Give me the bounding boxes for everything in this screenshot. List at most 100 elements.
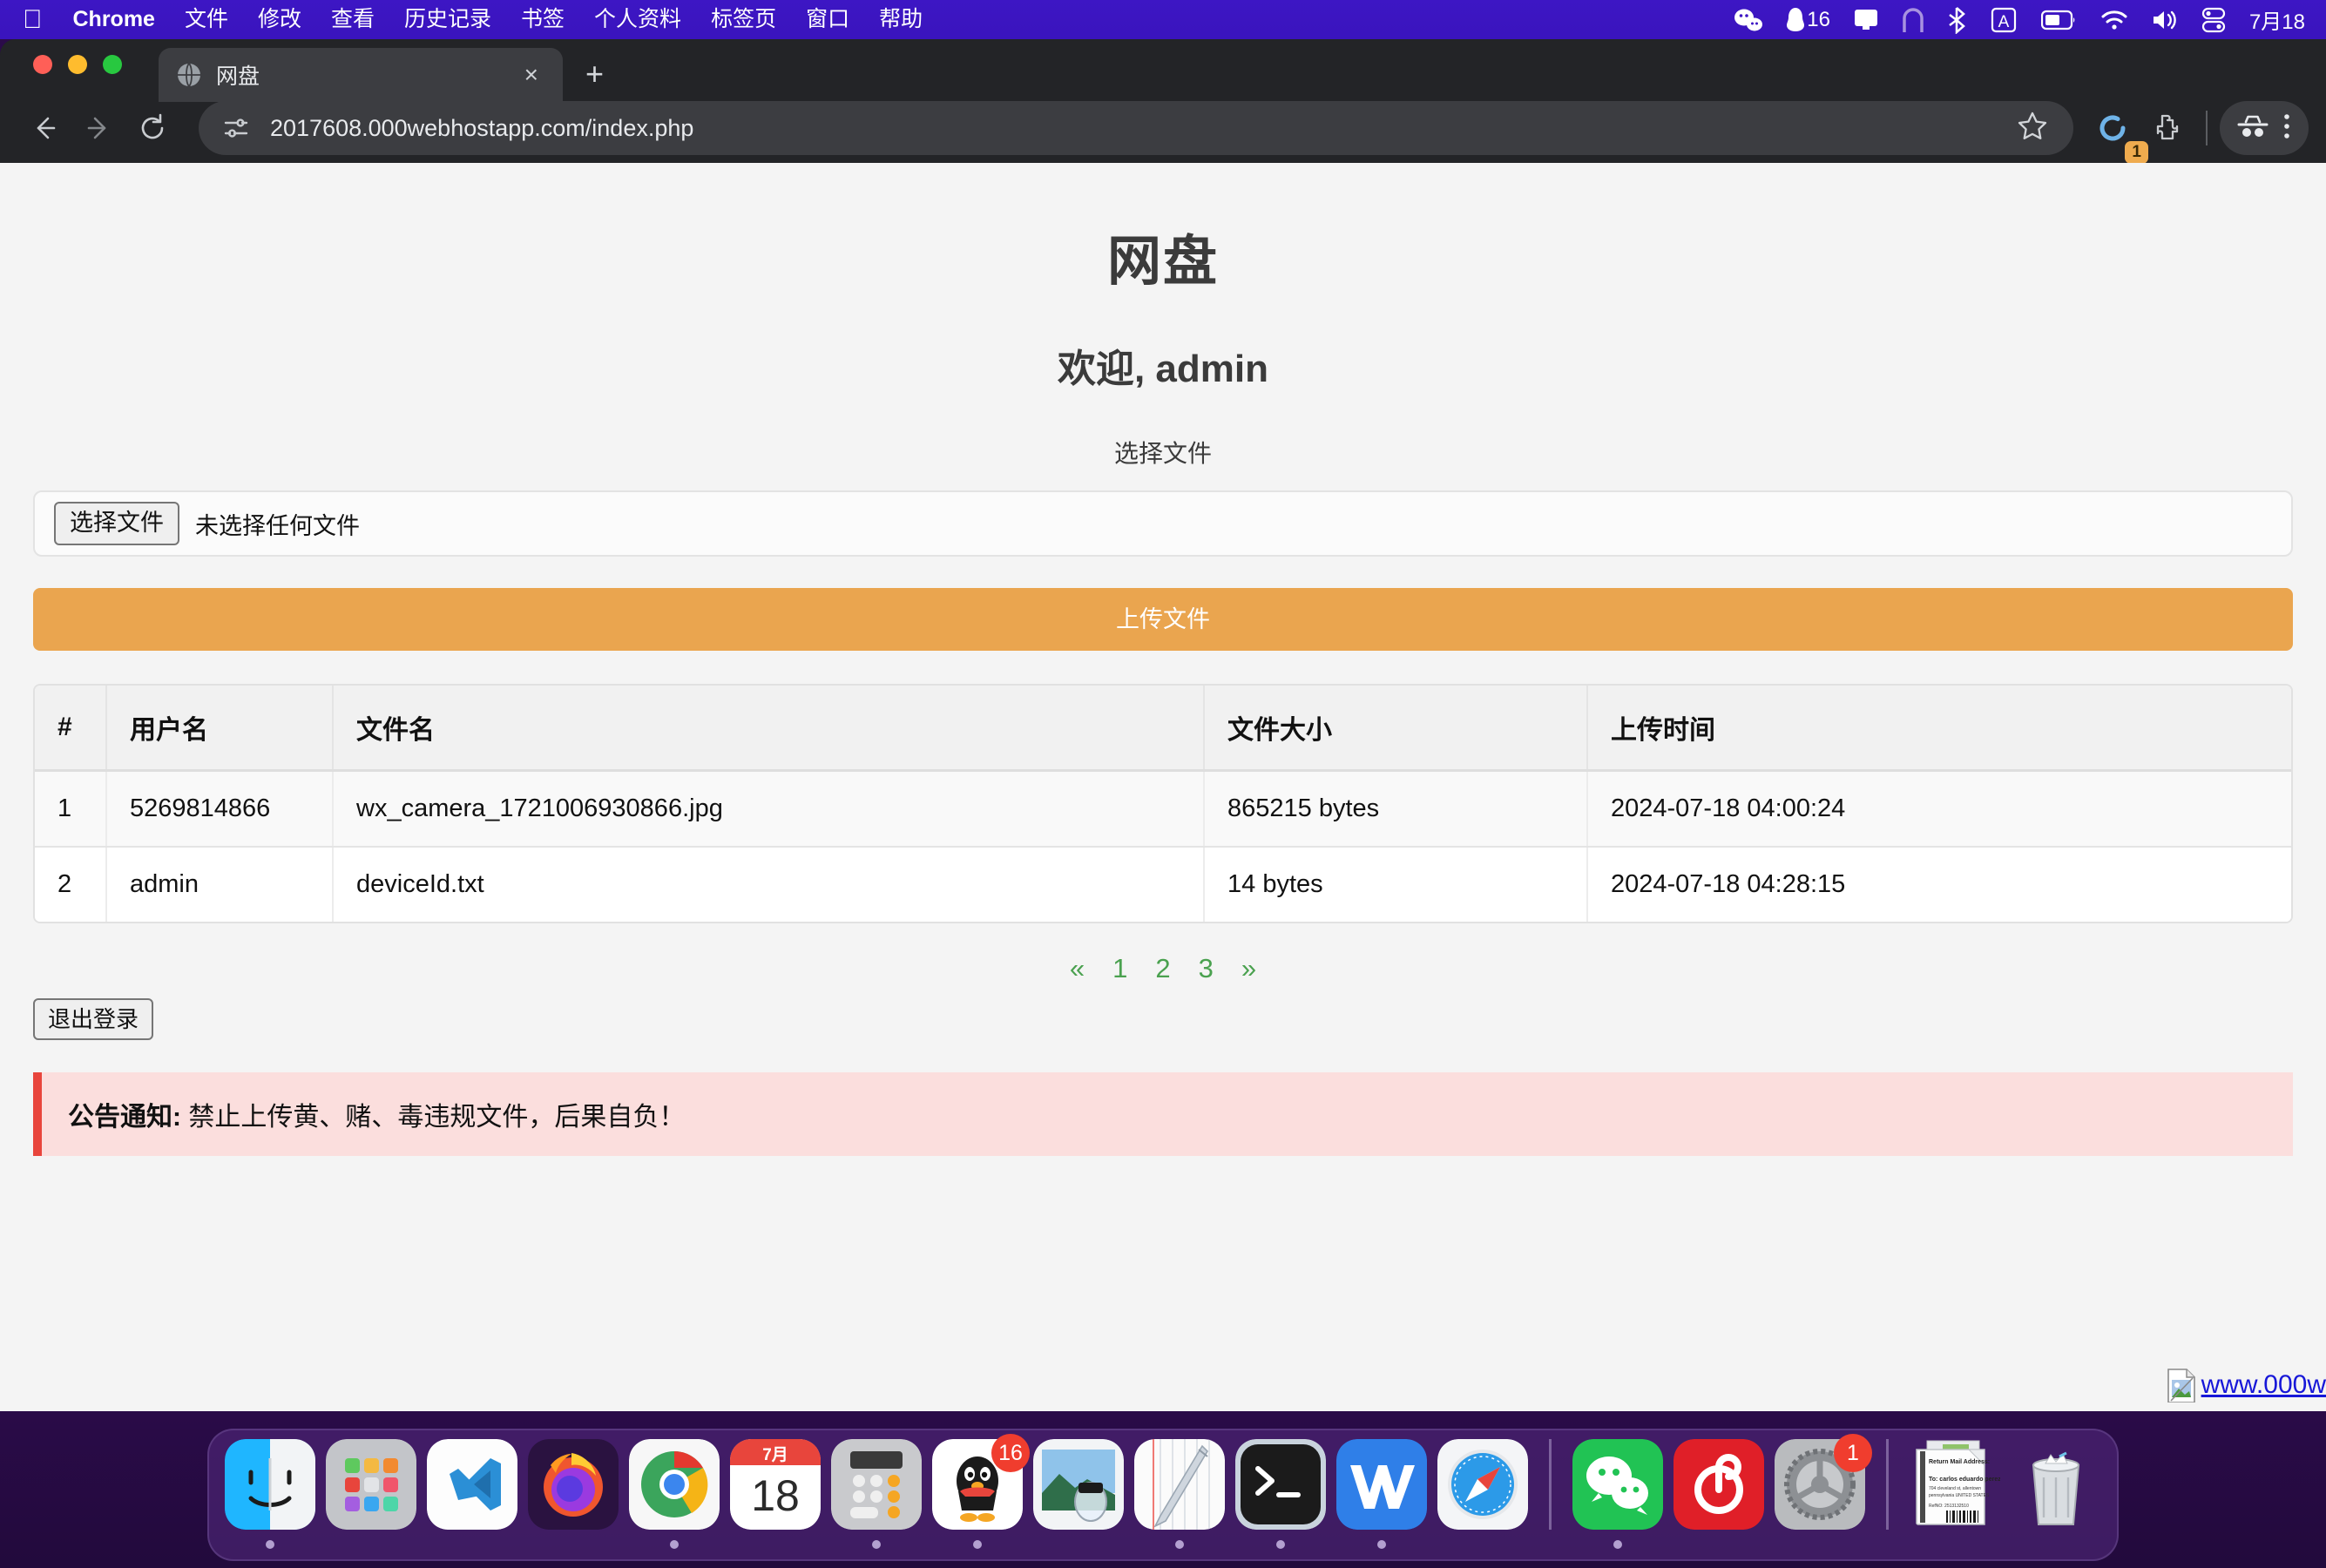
incognito-profile-button[interactable] (2220, 101, 2309, 155)
dock-item-wechat[interactable] (1571, 1439, 1665, 1549)
menu-item-window[interactable]: 窗口 (791, 0, 864, 39)
dock-item-trash[interactable] (2009, 1439, 2103, 1549)
dock-item-vscode[interactable] (425, 1439, 519, 1549)
apple-logo-icon[interactable]:  (16, 0, 58, 39)
hosting-link[interactable]: www.000w (2201, 1370, 2326, 1400)
reload-icon[interactable] (125, 101, 179, 155)
choose-file-label: 选择文件 (1113, 440, 1212, 467)
more-menu-icon[interactable] (2281, 112, 2293, 145)
header-uploadtime: 上传时间 (1587, 686, 2291, 772)
cell-index: 1 (35, 770, 107, 848)
dock-item-qq[interactable]: 16 (930, 1434, 1030, 1549)
dock-item-notes[interactable] (1133, 1439, 1227, 1549)
control-center-icon[interactable] (2190, 0, 2237, 39)
menu-bar-left:  Chrome 文件 修改 查看 历史记录 书签 个人资料 标签页 窗口 帮助 (0, 0, 937, 39)
dock-item-wps[interactable] (1335, 1439, 1429, 1549)
svg-text:Return Mail Address:: Return Mail Address: (1929, 1459, 1990, 1465)
system-settings-badge-count: 1 (1834, 1434, 1872, 1472)
file-table-body: 1 5269814866 wx_camera_1721006930866.jpg… (35, 770, 2291, 922)
battery-icon[interactable] (2030, 0, 2089, 39)
menu-item-bookmarks[interactable]: 书签 (506, 0, 579, 39)
table-row[interactable]: 2 admin deviceId.txt 14 bytes 2024-07-18… (35, 847, 2291, 922)
running-indicator (1175, 1540, 1184, 1549)
browser-tab[interactable]: 网盘 × (159, 48, 563, 102)
menu-item-tabs[interactable]: 标签页 (696, 0, 791, 39)
qq-badge-count: 16 (991, 1434, 1030, 1472)
site-settings-icon[interactable] (221, 113, 251, 143)
dock-item-system-settings[interactable]: 1 (1773, 1434, 1872, 1549)
running-indicator (1613, 1540, 1622, 1549)
menu-item-file[interactable]: 文件 (170, 0, 243, 39)
hosting-watermark: www.000w (2167, 1368, 2326, 1403)
menu-item-profiles[interactable]: 个人资料 (579, 0, 696, 39)
pagination-page-2[interactable]: 2 (1141, 953, 1184, 984)
svg-text:To: carlos eduardo perez: To: carlos eduardo perez (1929, 1477, 2000, 1483)
choose-file-button[interactable]: 选择文件 (54, 502, 179, 545)
dock-item-chrome[interactable] (627, 1439, 721, 1549)
menu-item-help[interactable]: 帮助 (864, 0, 937, 39)
bluetooth-icon[interactable] (1936, 0, 1978, 39)
volume-icon[interactable] (2140, 0, 2190, 39)
menu-item-edit[interactable]: 修改 (243, 0, 316, 39)
back-arrow-icon[interactable] (17, 101, 71, 155)
documents-stack-icon: Return Mail Address: To: carlos eduardo p… (1910, 1439, 2000, 1530)
dock-item-terminal[interactable] (1234, 1439, 1328, 1549)
dock-item-documents-stack[interactable]: Return Mail Address: To: carlos eduardo p… (1908, 1439, 2002, 1549)
dock: 7月 18 16 1 Return Mail Address: To: carl… (207, 1429, 2119, 1561)
running-indicator (1276, 1540, 1285, 1549)
arc-icon[interactable] (1890, 0, 1936, 39)
display-icon[interactable] (1842, 0, 1890, 39)
window-traffic-lights (33, 55, 122, 74)
menu-bar-date[interactable]: 7月18 (2237, 4, 2314, 35)
dock-item-firefox[interactable] (526, 1439, 620, 1549)
dock-item-calendar[interactable]: 7月 18 (728, 1439, 822, 1549)
tab-title: 网盘 (216, 64, 260, 89)
running-indicator (266, 1540, 274, 1549)
sync-circle-icon[interactable]: 1 (2086, 101, 2148, 164)
welcome-heading: 欢迎, admin (1057, 348, 1269, 390)
safari-icon (1437, 1439, 1528, 1530)
cell-filename: deviceId.txt (333, 847, 1205, 922)
file-input-container[interactable]: 选择文件 未选择任何文件 (33, 490, 2293, 557)
new-tab-button[interactable]: + (585, 58, 604, 90)
maximize-window-button[interactable] (103, 55, 122, 74)
menu-item-chrome[interactable]: Chrome (58, 0, 170, 39)
close-window-button[interactable] (33, 55, 52, 74)
announcement-banner: 公告通知: 禁止上传黄、赌、毒违规文件，后果自负！ (33, 1071, 2293, 1156)
input-method-icon[interactable]: A (1978, 0, 2030, 39)
star-icon[interactable] (2016, 110, 2051, 147)
firefox-icon (528, 1439, 619, 1530)
toolbar-actions: 1 (2086, 101, 2309, 164)
launchpad-icon (326, 1439, 416, 1530)
running-indicator (872, 1540, 881, 1549)
dock-item-netease-music[interactable] (1672, 1439, 1766, 1549)
table-row[interactable]: 1 5269814866 wx_camera_1721006930866.jpg… (35, 770, 2291, 848)
dock-item-launchpad[interactable] (324, 1439, 418, 1549)
announcement-text: 禁止上传黄、赌、毒违规文件，后果自负！ (181, 1102, 686, 1132)
cell-index: 2 (35, 847, 107, 922)
minimize-window-button[interactable] (68, 55, 87, 74)
wifi-icon[interactable] (2089, 0, 2140, 39)
dock-item-calculator[interactable] (829, 1439, 923, 1549)
pagination-next[interactable]: » (1227, 953, 1270, 984)
dock-item-finder[interactable] (223, 1439, 317, 1549)
netdisk-page: 网盘 欢迎, admin 选择文件 选择文件 未选择任何文件 上传文件 # 用户… (0, 163, 2326, 1411)
upload-file-button[interactable]: 上传文件 (33, 588, 2293, 651)
wechat-icon[interactable] (1722, 0, 1775, 39)
menu-item-view[interactable]: 查看 (316, 0, 389, 39)
pagination-page-1[interactable]: 1 (1099, 953, 1141, 984)
logout-button[interactable]: 退出登录 (33, 998, 154, 1040)
pagination-page-3[interactable]: 3 (1185, 953, 1227, 984)
dock-item-safari[interactable] (1436, 1439, 1530, 1549)
address-bar[interactable]: 2017608.000webhostapp.com/index.php (199, 101, 2073, 155)
dock-divider (1549, 1439, 1552, 1530)
pagination-prev[interactable]: « (1056, 953, 1099, 984)
close-tab-icon[interactable]: × (517, 59, 545, 91)
running-indicator (1377, 1540, 1386, 1549)
qq-icon[interactable]: 16 (1775, 0, 1842, 39)
globe-icon (176, 62, 202, 88)
forward-arrow-icon[interactable] (71, 101, 125, 155)
dock-item-preview[interactable] (1031, 1439, 1126, 1549)
dock-area: 7月 18 16 1 Return Mail Address: To: carl… (0, 1411, 2326, 1568)
menu-item-history[interactable]: 历史记录 (389, 0, 506, 39)
